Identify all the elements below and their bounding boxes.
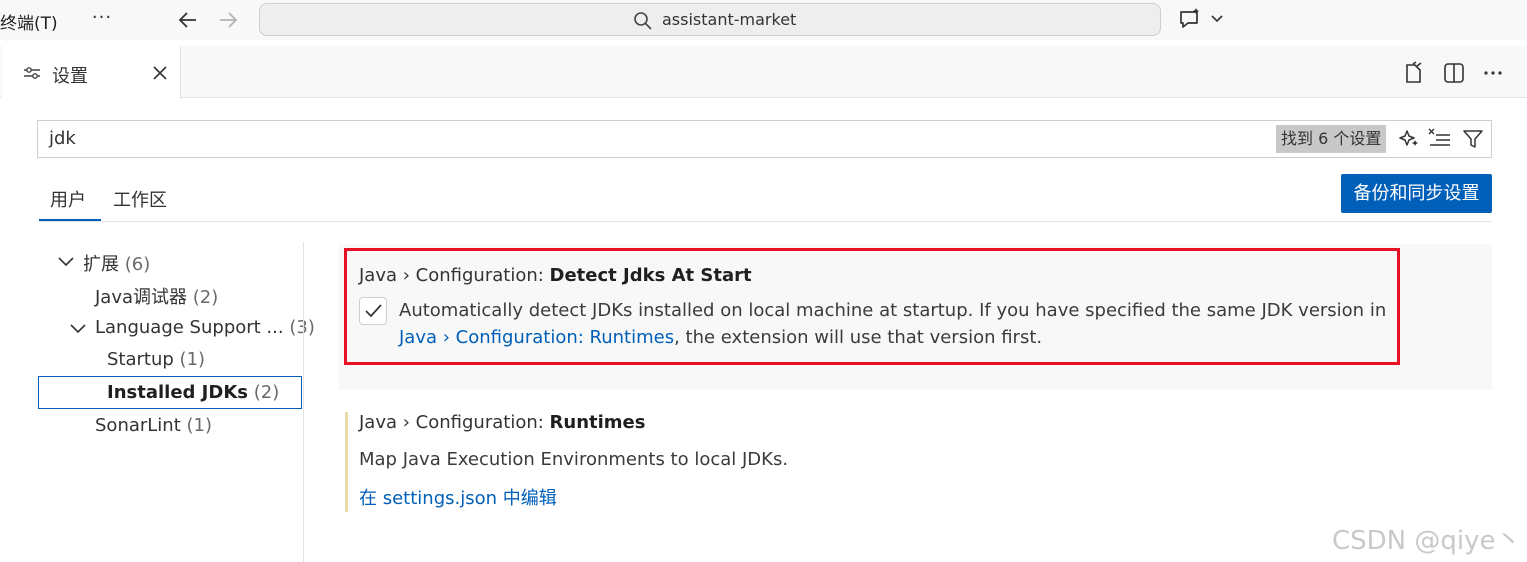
toc-label: Java调试器 [95,287,188,308]
toc-sonarlint[interactable]: SonarLint (1) [95,415,212,436]
toc-startup[interactable]: Startup (1) [107,349,205,370]
desc-text: Automatically detect JDKs installed on l… [399,300,1387,321]
setting-category: Java › Configuration: [359,412,550,433]
chevron-down-icon[interactable] [57,254,75,270]
toc-count: (1) [179,349,206,370]
runtimes-link[interactable]: Java › Configuration: Runtimes [399,327,674,348]
toc-label: Installed JDKs [107,382,248,403]
toc-label: Language Support ... [95,317,284,338]
editor-tab-bar: 设置 [0,46,1527,99]
setting-name: Runtimes [549,412,646,433]
setting-description: Map Java Execution Environments to local… [359,449,789,470]
toc-count: (6) [124,254,151,275]
arrow-left-icon[interactable] [176,8,200,32]
more-actions-icon[interactable] [1481,61,1505,85]
tab-user[interactable]: 用户 [50,186,86,212]
setting-name: Detect Jdks At Start [549,265,752,286]
toc-installed-jdks[interactable]: Installed JDKs (2) [107,382,279,403]
search-value: jdk [49,128,76,149]
toc-language-support[interactable]: Language Support ... (3) [95,317,315,338]
clear-filter-icon[interactable] [1428,128,1452,150]
modified-indicator-bar [345,412,348,512]
watermark: CSDN @qiye丶 [1332,526,1522,556]
toc-count: (2) [192,287,219,308]
chevron-down-icon[interactable] [69,321,87,337]
command-center[interactable]: assistant-market [259,3,1161,36]
tab-settings-label: 设置 [52,66,88,87]
toc-extensions[interactable]: 扩展 (6) [83,250,150,276]
sparkle-icon[interactable] [1398,128,1420,150]
desc-text: , the extension will use that version fi… [674,327,1043,348]
toc-java-debugger[interactable]: Java调试器 (2) [95,283,218,309]
tab-workspace[interactable]: 工作区 [113,186,167,212]
scope-divider [39,221,1492,222]
setting-description: Automatically detect JDKs installed on l… [399,297,1389,351]
arrow-right-icon[interactable] [216,8,240,32]
detect-jdks-checkbox[interactable] [359,297,387,325]
settings-sliders-icon [23,65,41,81]
settings-search-input[interactable]: jdk 找到 6 个设置 [37,120,1492,158]
toc-count: (2) [253,382,280,403]
setting-category: Java › Configuration: [359,265,550,286]
filter-icon[interactable] [1462,128,1484,150]
toc-label: Startup [107,349,174,370]
toc-divider [303,242,304,562]
menu-terminal[interactable]: 终端(T) [0,9,58,34]
toc-count: (1) [186,415,213,436]
toc-label: SonarLint [95,415,181,436]
check-icon [365,304,382,318]
close-icon[interactable] [150,63,170,83]
toc-label: 扩展 [83,254,119,275]
backup-sync-button[interactable]: 备份和同步设置 [1341,174,1492,213]
split-editor-icon[interactable] [1442,61,1466,85]
chat-sparkle-icon[interactable] [1178,7,1226,31]
edit-in-settings-json-link[interactable]: 在 settings.json 中编辑 [359,485,557,512]
setting-title: Java › Configuration: Detect Jdks At Sta… [359,265,752,286]
tab-settings[interactable]: 设置 [2,46,181,99]
more-icon[interactable]: ··· [90,6,114,30]
search-icon [633,11,653,31]
open-json-icon[interactable] [1402,61,1426,85]
chevron-down-icon [1211,15,1223,23]
results-count-badge: 找到 6 个设置 [1276,125,1387,153]
setting-title: Java › Configuration: Runtimes [359,412,645,433]
title-bar: 终端(T) ··· assistant-market [0,0,1527,40]
command-center-text: assistant-market [662,10,797,29]
